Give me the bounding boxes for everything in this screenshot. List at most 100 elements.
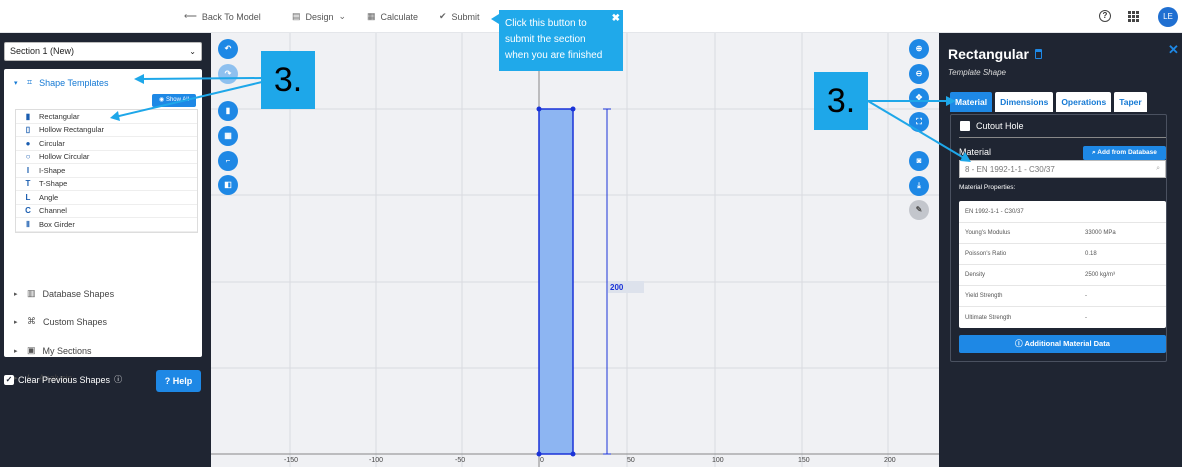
x-tick: 0: [540, 457, 544, 464]
grid-tool-icon[interactable]: ▦: [218, 126, 238, 146]
custom-shapes-header[interactable]: ▸ ⌘ Custom Shapes: [14, 316, 107, 327]
template-channel[interactable]: C Channel: [16, 205, 197, 218]
x-tick: 50: [627, 457, 635, 464]
split-tool-icon[interactable]: ◧: [218, 175, 238, 195]
caret-right-icon: ▸: [14, 347, 18, 355]
x-axis-ticks: -150 -100 -50 0 50 100 150 200: [284, 457, 896, 464]
info-icon: ⓘ: [1015, 339, 1023, 348]
pencil-icon[interactable]: ✎: [909, 200, 929, 220]
material-properties-table: EN 1992-1-1 - C30/37 Young's Modulus 3300…: [959, 201, 1166, 328]
divider: [959, 137, 1166, 138]
material-input[interactable]: 8 - EN 1992-1-1 - C30/37 ⌕: [959, 160, 1166, 178]
tab-taper[interactable]: Taper: [1114, 92, 1147, 112]
caret-down-icon: ▾: [14, 79, 18, 87]
table-row: Young's Modulus 33000 MPa: [959, 223, 1166, 244]
tab-operations[interactable]: Operations: [1056, 92, 1112, 112]
trash-icon[interactable]: [1034, 49, 1042, 59]
left-sidebar: Section 1 (New) ⌄ ▾ ⌗ Shape Templates ◉ …: [0, 33, 211, 467]
x-tick: -50: [455, 457, 465, 464]
template-hollow-circular[interactable]: ○ Hollow Circular: [16, 151, 197, 164]
rectangle-tool-icon[interactable]: ▮: [218, 101, 238, 121]
template-list: ▮ Rectangular ▯ Hollow Rectangular ● Circul…: [15, 109, 198, 233]
calculate-button[interactable]: ▦ Calculate: [367, 11, 418, 22]
annotation-callout-right: 3.: [814, 72, 868, 130]
undo-icon[interactable]: ↶: [218, 39, 238, 59]
template-i-shape[interactable]: I I-Shape: [16, 164, 197, 178]
template-t-shape[interactable]: T T-Shape: [16, 178, 197, 191]
arrow-left-icon: ⟵: [184, 11, 197, 21]
avatar[interactable]: LE: [1158, 7, 1178, 27]
apps-grid-icon[interactable]: [1128, 11, 1139, 22]
shape-template-icon: ⌗: [27, 77, 33, 87]
submit-button[interactable]: ✔ Submit: [439, 11, 480, 22]
info-icon: ⓘ: [114, 375, 123, 384]
dimension-label: 200: [610, 283, 624, 292]
panel-subtitle: Template Shape: [948, 68, 1006, 77]
close-icon[interactable]: ✖: [612, 11, 620, 27]
template-hollow-rectangular[interactable]: ▯ Hollow Rectangular: [16, 124, 197, 137]
x-tick: 200: [884, 457, 896, 464]
tab-material[interactable]: Material: [950, 92, 993, 112]
vector-icon: ⌘: [27, 316, 36, 326]
template-rectangular[interactable]: ▮ Rectangular: [16, 110, 197, 124]
database-shapes-header[interactable]: ▸ ▥ Database Shapes: [14, 288, 114, 299]
close-icon[interactable]: ✕: [1168, 42, 1179, 58]
panel-tabs: Material Dimensions Operations Taper: [950, 92, 1147, 112]
circle-solid-icon: ●: [25, 138, 31, 148]
my-sections-header[interactable]: ▸ ▣ My Sections: [14, 345, 92, 356]
clear-previous-shapes-checkbox[interactable]: ✓ Clear Previous Shapes ⓘ: [4, 374, 122, 385]
template-angle[interactable]: L Angle: [16, 191, 197, 205]
shapes-accordion: ▾ ⌗ Shape Templates ◉ Show All ▮ Rectangu…: [4, 69, 202, 383]
cutout-hole-checkbox[interactable]: Cutout Hole: [960, 121, 1024, 131]
camera-icon[interactable]: ◙: [909, 151, 929, 171]
checkbox-checked-icon[interactable]: ✓: [4, 374, 14, 385]
zoom-in-icon[interactable]: ⊕: [909, 39, 929, 59]
design-dropdown[interactable]: ▤ Design ⌄: [292, 11, 346, 22]
rectangular-shape[interactable]: [538, 108, 574, 455]
add-from-database-button[interactable]: ⌕ Add from Database: [1083, 146, 1166, 160]
fit-screen-icon[interactable]: ⛶: [909, 112, 929, 132]
template-box-girder[interactable]: Ⅱ Box Girder: [16, 218, 197, 232]
shape-templates-header[interactable]: ▾ ⌗ Shape Templates: [14, 77, 108, 88]
template-circular[interactable]: ● Circular: [16, 137, 197, 151]
eye-icon: ◉: [159, 97, 165, 103]
table-header: EN 1992-1-1 - C30/37: [959, 201, 1166, 223]
material-properties-label: Material Properties:: [959, 184, 1016, 191]
book-icon: ▥: [27, 288, 36, 298]
table-row: Density 2500 kg/m³: [959, 265, 1166, 286]
check-icon: ✔: [439, 11, 447, 21]
t-shape-icon: T: [25, 179, 31, 189]
table-row: Poisson's Ratio 0.18: [959, 244, 1166, 265]
help-icon[interactable]: ?: [1099, 10, 1111, 22]
circle-outline-icon: ○: [25, 152, 31, 162]
table-row: Ultimate Strength -: [965, 314, 1087, 321]
rectangle-solid-icon: ▮: [25, 111, 31, 121]
help-button[interactable]: ? Help: [156, 370, 201, 392]
panel-title: Rectangular: [948, 46, 1042, 62]
chevron-down-icon: ⌄: [189, 47, 196, 56]
rectangle-outline-icon: ▯: [25, 125, 31, 135]
zoom-out-icon[interactable]: ⊖: [909, 64, 929, 84]
additional-material-data-button[interactable]: ⓘ Additional Material Data: [959, 335, 1166, 353]
pan-icon[interactable]: ✥: [909, 88, 929, 108]
chevron-down-icon: ⌄: [338, 11, 347, 21]
redo-icon[interactable]: ↷: [218, 64, 238, 84]
document-icon: ▤: [292, 11, 301, 21]
tab-dimensions[interactable]: Dimensions: [995, 92, 1054, 112]
angle-tool-icon[interactable]: ⌐: [218, 151, 238, 171]
x-tick: -150: [284, 457, 298, 464]
calculator-icon: ▦: [367, 11, 376, 21]
back-to-model-button[interactable]: ⟵ Back To Model: [184, 11, 261, 22]
material-label: Material: [959, 147, 992, 157]
show-all-button[interactable]: ◉ Show All: [152, 94, 196, 107]
caret-right-icon: ▸: [14, 290, 18, 298]
channel-icon: C: [25, 206, 31, 216]
checkbox-unchecked-icon[interactable]: [960, 121, 970, 131]
download-icon[interactable]: ⤓: [909, 176, 929, 196]
section-select[interactable]: Section 1 (New) ⌄: [4, 42, 202, 61]
x-tick: 150: [798, 457, 810, 464]
angle-icon: L: [25, 192, 31, 202]
search-icon: ⌕: [1092, 149, 1096, 156]
submit-tooltip: Click this button to submit the section …: [499, 10, 623, 71]
search-icon: ⌕: [1156, 165, 1160, 172]
